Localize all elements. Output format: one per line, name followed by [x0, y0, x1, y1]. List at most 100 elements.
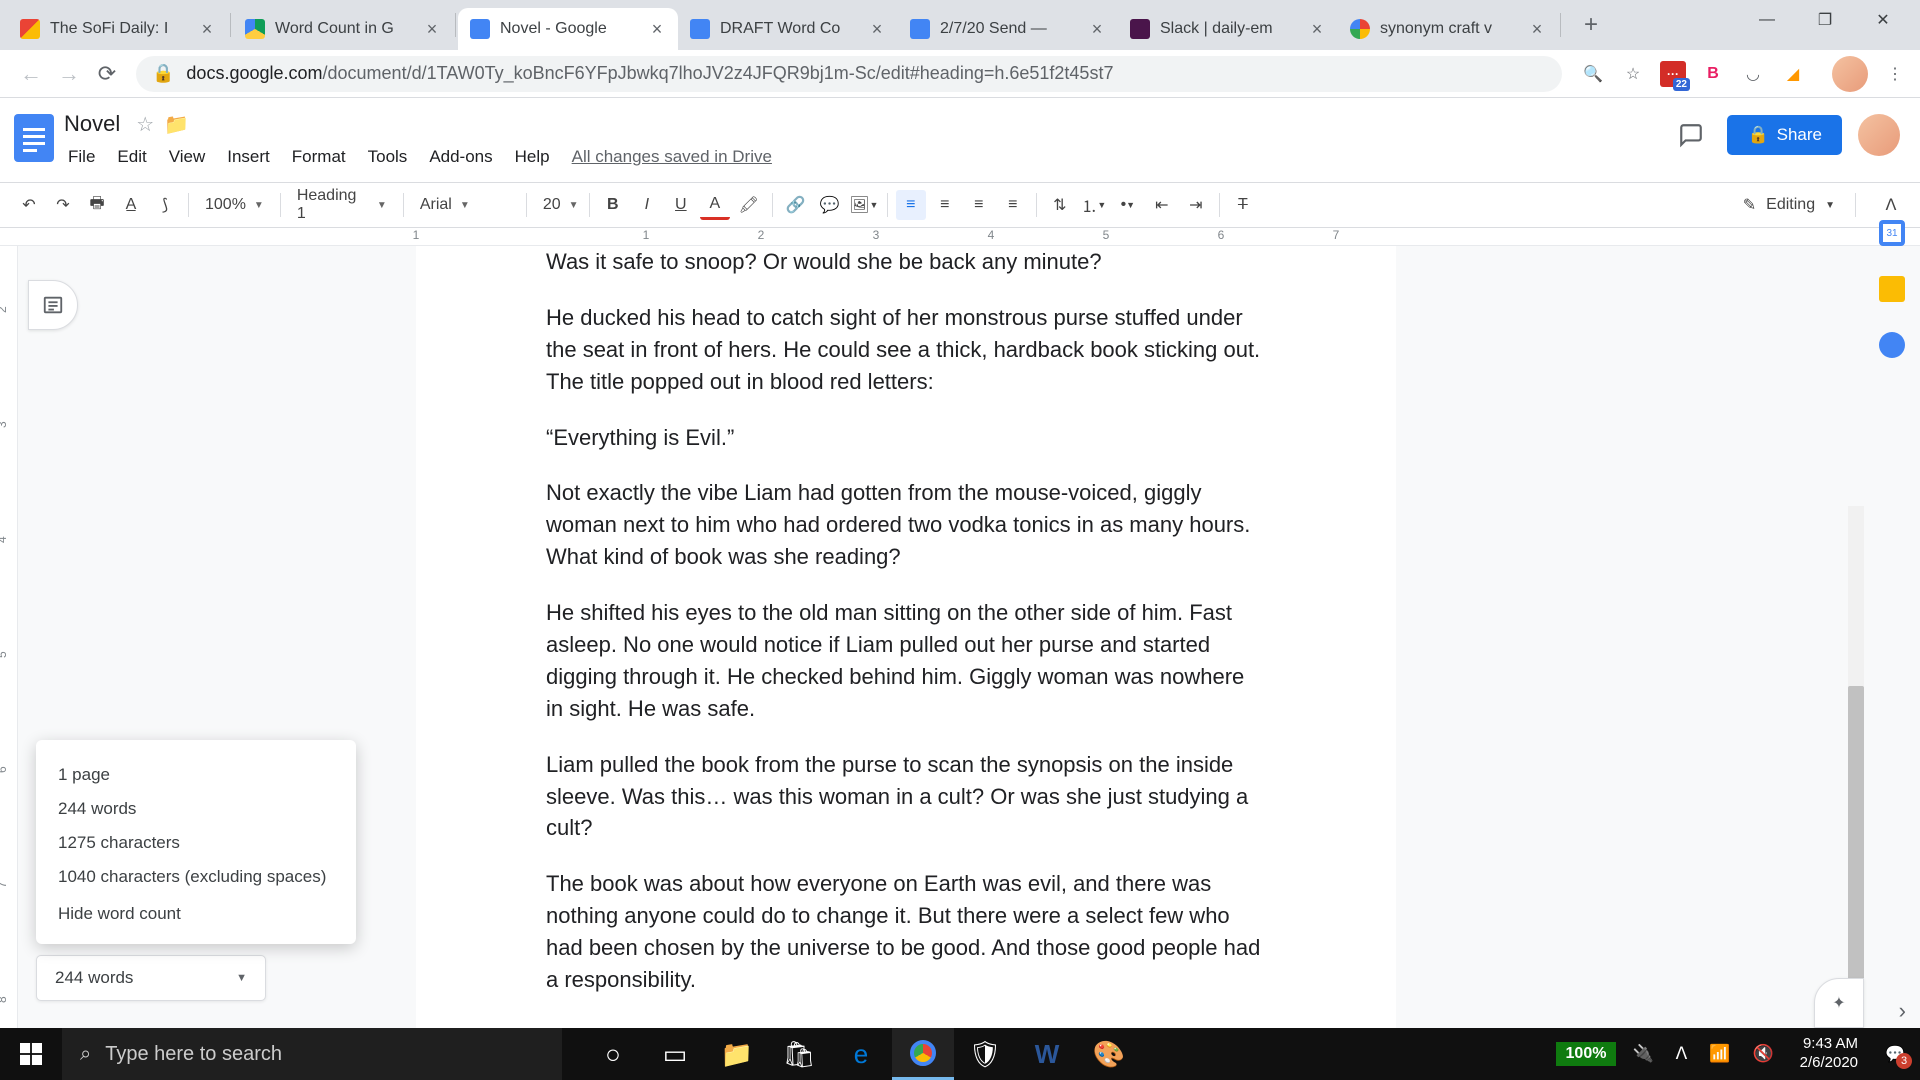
align-center-button[interactable]: ≡	[930, 190, 960, 220]
close-icon[interactable]: ×	[1528, 20, 1546, 38]
mcafee-icon[interactable]: 🛡	[954, 1028, 1016, 1080]
close-window-button[interactable]: ✕	[1854, 0, 1912, 40]
comments-button[interactable]	[1671, 115, 1711, 155]
fontsize-select[interactable]: 20▼	[533, 190, 583, 220]
align-justify-button[interactable]: ≡	[998, 190, 1028, 220]
paragraph[interactable]: Was it safe to snoop? Or would she be ba…	[546, 246, 1266, 278]
profile-avatar[interactable]	[1832, 56, 1868, 92]
maximize-button[interactable]: ❐	[1796, 0, 1854, 40]
menu-edit[interactable]: Edit	[107, 143, 156, 171]
close-icon[interactable]: ×	[198, 20, 216, 38]
underline-button[interactable]: U	[666, 190, 696, 220]
menu-tools[interactable]: Tools	[358, 143, 418, 171]
close-icon[interactable]: ×	[1308, 20, 1326, 38]
style-select[interactable]: Heading 1▼	[287, 190, 397, 220]
paragraph[interactable]: “Everything is Evil.”	[546, 422, 1266, 454]
word-count-pill[interactable]: 244 words ▼	[36, 955, 266, 1001]
paragraph[interactable]: Liam pulled the book from the purse to s…	[546, 749, 1266, 845]
share-button[interactable]: 🔒Share	[1727, 115, 1842, 155]
tab-sofi[interactable]: The SoFi Daily: I ×	[8, 8, 228, 50]
search-icon[interactable]: 🔍	[1580, 61, 1606, 87]
edge-icon[interactable]: e	[830, 1028, 892, 1080]
align-right-button[interactable]: ≡	[964, 190, 994, 220]
taskbar-search[interactable]: ⌕ Type here to search	[62, 1028, 562, 1080]
close-icon[interactable]: ×	[868, 20, 886, 38]
clear-format-button[interactable]: T	[1228, 190, 1258, 220]
menu-format[interactable]: Format	[282, 143, 356, 171]
highlight-button[interactable]: 🖍	[734, 190, 764, 220]
tab-wordcount[interactable]: Word Count in G ×	[233, 8, 453, 50]
notifications-button[interactable]: 💬3	[1878, 1037, 1912, 1071]
tab-send[interactable]: 2/7/20 Send — ×	[898, 8, 1118, 50]
horizontal-ruler[interactable]: 1 1 2 3 4 5 6 7	[0, 228, 1920, 246]
document-page[interactable]: Was it safe to snoop? Or would she be ba…	[416, 246, 1396, 1040]
docs-logo[interactable]	[10, 108, 58, 168]
image-button[interactable]: 🖼▼	[849, 190, 879, 220]
font-select[interactable]: Arial▼	[410, 190, 520, 220]
save-status[interactable]: All changes saved in Drive	[572, 147, 772, 167]
expand-side-panel-button[interactable]: ›	[1899, 998, 1906, 1024]
menu-help[interactable]: Help	[505, 143, 560, 171]
text-color-button[interactable]: A	[700, 190, 730, 220]
align-left-button[interactable]: ≡	[896, 190, 926, 220]
taskbar-clock[interactable]: 9:43 AM 2/6/2020	[1790, 1035, 1868, 1073]
editing-mode-select[interactable]: ✎ Editing ▼	[1729, 195, 1849, 215]
indent-increase-button[interactable]: ⇥	[1181, 190, 1211, 220]
battery-indicator[interactable]: 100%	[1556, 1042, 1617, 1066]
hide-word-count-button[interactable]: Hide word count	[36, 894, 356, 926]
tab-novel[interactable]: Novel - Google ×	[458, 8, 678, 50]
extension-icon[interactable]: ◢	[1780, 61, 1806, 87]
explore-button[interactable]: ✦	[1814, 978, 1864, 1028]
scrollbar[interactable]	[1848, 506, 1864, 1040]
bookmark-icon[interactable]: ☆	[1620, 61, 1646, 87]
close-icon[interactable]: ×	[1088, 20, 1106, 38]
menu-addons[interactable]: Add-ons	[419, 143, 502, 171]
minimize-button[interactable]: —	[1738, 0, 1796, 40]
charging-icon[interactable]: 🔌	[1626, 1044, 1659, 1064]
file-explorer-icon[interactable]: 📁	[706, 1028, 768, 1080]
url-field[interactable]: 🔒 docs.google.com/document/d/1TAW0Ty_koB…	[136, 56, 1562, 92]
tasks-icon[interactable]	[1879, 332, 1905, 358]
paint-format-button[interactable]: ⟆	[150, 190, 180, 220]
tab-draft[interactable]: DRAFT Word Co ×	[678, 8, 898, 50]
back-button[interactable]: ←	[12, 55, 50, 93]
link-button[interactable]: 🔗	[781, 190, 811, 220]
comment-button[interactable]: 💬	[815, 190, 845, 220]
paint-icon[interactable]: 🎨	[1078, 1028, 1140, 1080]
close-icon[interactable]: ×	[648, 20, 666, 38]
lastpass-extension-icon[interactable]: ···22	[1660, 61, 1686, 87]
task-view-icon[interactable]: ▭	[644, 1028, 706, 1080]
menu-file[interactable]: File	[58, 143, 105, 171]
account-avatar[interactable]	[1858, 114, 1900, 156]
chrome-menu-button[interactable]: ⋮	[1882, 61, 1908, 87]
menu-insert[interactable]: Insert	[217, 143, 280, 171]
start-button[interactable]	[0, 1028, 62, 1080]
forward-button[interactable]: →	[50, 55, 88, 93]
print-button[interactable]: 🖶	[82, 190, 112, 220]
document-title[interactable]: Novel	[58, 109, 126, 139]
paragraph[interactable]: He shifted his eyes to the old man sitti…	[546, 597, 1266, 725]
tab-slack[interactable]: Slack | daily-em ×	[1118, 8, 1338, 50]
undo-button[interactable]: ↶	[14, 190, 44, 220]
volume-icon[interactable]: 🔇	[1746, 1044, 1779, 1064]
reload-button[interactable]: ⟳	[88, 55, 126, 93]
zoom-select[interactable]: 100%▼	[195, 190, 274, 220]
spellcheck-button[interactable]: A̲	[116, 190, 146, 220]
indent-decrease-button[interactable]: ⇤	[1147, 190, 1177, 220]
calendar-icon[interactable]: 31	[1879, 220, 1905, 246]
paragraph[interactable]: He ducked his head to catch sight of her…	[546, 302, 1266, 398]
tab-google[interactable]: synonym craft v ×	[1338, 8, 1558, 50]
star-icon[interactable]: ☆	[136, 112, 154, 137]
store-icon[interactable]: 🛍	[768, 1028, 830, 1080]
extension-icon[interactable]: B	[1700, 61, 1726, 87]
tray-chevron-icon[interactable]: ᐱ	[1670, 1044, 1694, 1064]
line-spacing-button[interactable]: ⇅	[1045, 190, 1075, 220]
bullet-list-button[interactable]: •▼	[1113, 190, 1143, 220]
redo-button[interactable]: ↷	[48, 190, 78, 220]
chrome-icon[interactable]	[892, 1028, 954, 1080]
bold-button[interactable]: B	[598, 190, 628, 220]
word-icon[interactable]: W	[1016, 1028, 1078, 1080]
menu-view[interactable]: View	[159, 143, 216, 171]
new-tab-button[interactable]: +	[1573, 7, 1609, 43]
vertical-ruler[interactable]: 2 3 4 5 6 7 8	[0, 246, 18, 1040]
